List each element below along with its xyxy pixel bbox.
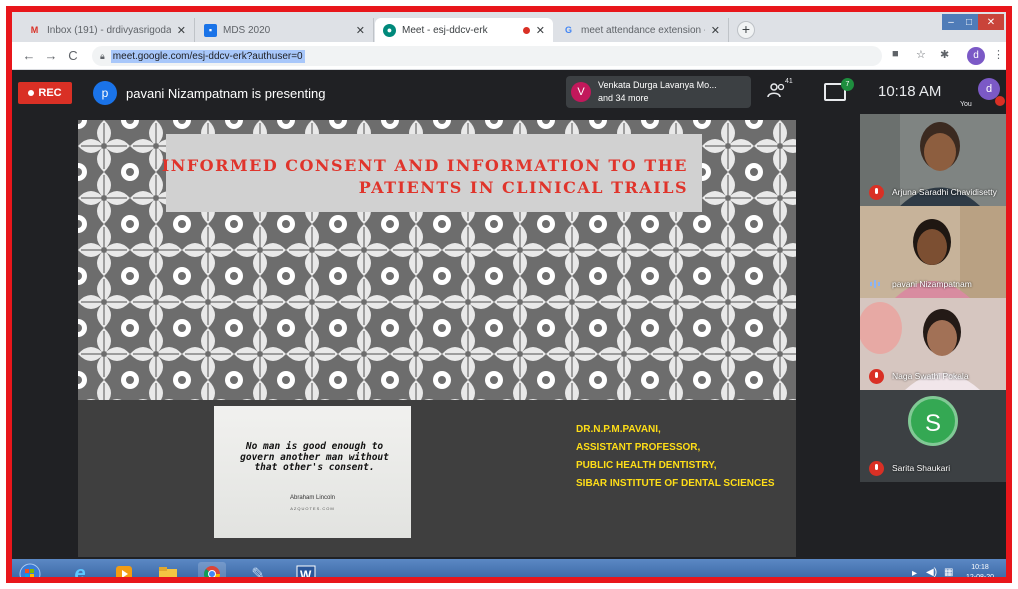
participant-name: pavani Nizampatnam: [892, 279, 972, 289]
browser-tab-strip: M Inbox (191) - drdivyasrigodavari ✕ ▪ M…: [12, 12, 1006, 42]
reload-icon[interactable]: C: [64, 47, 82, 65]
quote-image: No man is good enough to govern another …: [214, 406, 411, 538]
tray-arrow-icon[interactable]: ▸: [912, 568, 917, 577]
tab-title: MDS 2020: [223, 24, 271, 36]
mic-muted-icon: [995, 96, 1005, 106]
meet-top-bar: REC p pavani Nizampatnam is presenting V…: [12, 70, 1006, 114]
participant-tile[interactable]: pavani Nizampatnam: [860, 206, 1006, 298]
presenting-status: pavani Nizampatnam is presenting: [126, 86, 326, 101]
rec-label: REC: [38, 87, 62, 99]
recording-badge: REC: [18, 82, 72, 104]
volume-icon[interactable]: ◀︎): [926, 567, 937, 577]
author-department: PUBLIC HEALTH DENTISTRY,: [576, 460, 717, 471]
media-player-icon[interactable]: [110, 562, 138, 577]
author-title: ASSISTANT PROFESSOR,: [576, 442, 701, 453]
google-icon: G: [564, 25, 572, 35]
people-count: 41: [785, 78, 793, 85]
quote-text: No man is good enough to govern another …: [240, 441, 389, 473]
participant-name: Venkata Durga Lavanya Mo...: [598, 80, 717, 90]
people-icon[interactable]: [767, 82, 793, 104]
slide-title-line-1: INFORMED CONSENT AND INFORMATION TO THE: [161, 156, 688, 175]
participant-name: Sarita Shaukari: [892, 463, 951, 473]
tab-title: Inbox (191) - drdivyasrigodavari: [47, 24, 171, 36]
quote-source: AZQUOTES.COM: [290, 506, 335, 511]
presentation-slide: INFORMED CONSENT AND INFORMATION TO THE …: [78, 120, 796, 557]
slide-lower-section: No man is good enough to govern another …: [78, 400, 796, 557]
forward-icon[interactable]: →: [42, 47, 60, 65]
participants-chip[interactable]: V Venkata Durga Lavanya Mo... and 34 mor…: [566, 76, 751, 108]
back-icon[interactable]: ←: [20, 47, 38, 65]
tab-mds[interactable]: ▪ MDS 2020 ✕: [196, 18, 374, 42]
gmail-icon: M: [30, 25, 39, 35]
close-tab-icon[interactable]: ✕: [711, 24, 720, 37]
address-bar[interactable]: 🔒︎ meet.google.com/esj-ddcv-erk?authuser…: [92, 46, 882, 66]
bookmark-star-icon[interactable]: ☆: [916, 48, 926, 61]
mic-muted-icon: [869, 369, 884, 384]
extensions-icon[interactable]: ✱: [940, 48, 949, 61]
quote-author: Abraham Lincoln: [289, 495, 336, 501]
screenshot-frame: M Inbox (191) - drdivyasrigodavari ✕ ▪ M…: [6, 6, 1012, 583]
minimize-icon[interactable]: –: [942, 14, 960, 30]
system-clock[interactable]: 10:18 12-08-20: [966, 563, 995, 581]
close-window-icon[interactable]: ✕: [978, 14, 1004, 30]
participant-tile[interactable]: Naga Swathi Pokala: [860, 298, 1006, 390]
internet-explorer-icon[interactable]: e: [66, 562, 94, 578]
participant-tile[interactable]: Arjuna Saradhi Chavidisetty: [860, 114, 1006, 206]
word-icon[interactable]: W: [292, 562, 320, 582]
speaking-indicator-icon: [870, 280, 882, 288]
tab-extension[interactable]: G meet attendance extension - Go ✕: [554, 18, 729, 42]
close-tab-icon[interactable]: ✕: [356, 24, 365, 37]
you-label: You: [960, 101, 972, 108]
participant-tile[interactable]: S Sarita Shaukari: [860, 390, 1006, 482]
new-tab-button[interactable]: +: [737, 21, 755, 39]
paint-icon[interactable]: ✎: [244, 562, 272, 577]
chat-badge: 7: [841, 78, 854, 91]
participant-name: Naga Swathi Pokala: [892, 371, 969, 381]
participant-name: Arjuna Saradhi Chavidisetty: [892, 187, 997, 197]
system-date: 12-08-20: [966, 574, 995, 581]
record-dot-icon: [28, 90, 35, 96]
author-institute: SIBAR INSTITUTE OF DENTAL SCIENCES: [576, 478, 775, 489]
meet-icon: ●: [383, 23, 396, 37]
menu-icon[interactable]: ⋮: [993, 48, 1004, 61]
svg-text:W: W: [300, 568, 312, 582]
start-button[interactable]: [16, 562, 44, 577]
url-text: meet.google.com/esj-ddcv-erk?authuser=0: [110, 49, 305, 63]
windows-taskbar: e ✎ W ▸ ◀︎) ▦ 10:18 12-08-20: [12, 559, 1006, 582]
participant-avatar: S: [908, 396, 958, 446]
network-icon[interactable]: ▦: [944, 567, 953, 577]
profile-avatar[interactable]: d: [967, 47, 985, 65]
tab-meet[interactable]: ● Meet - esj-ddcv-erk ✕: [375, 18, 553, 42]
classroom-icon: ▪: [204, 23, 217, 37]
chrome-icon[interactable]: [198, 562, 226, 577]
camera-icon[interactable]: ■: [892, 48, 899, 60]
recording-dot-icon: [522, 26, 530, 34]
slide-title-line-2: PATIENTS IN CLINICAL TRAILS: [358, 178, 688, 197]
tab-gmail[interactable]: M Inbox (191) - drdivyasrigodavari ✕: [20, 18, 195, 42]
browser-toolbar: ← → C 🔒︎ meet.google.com/esj-ddcv-erk?au…: [12, 42, 1006, 70]
participant-more: and 34 more: [598, 93, 649, 103]
file-explorer-icon[interactable]: [154, 562, 182, 577]
tab-title: meet attendance extension - Go: [581, 24, 705, 36]
mic-muted-icon: [869, 185, 884, 200]
lock-icon: 🔒︎: [100, 50, 105, 61]
participant-avatar: V: [571, 82, 591, 102]
maximize-icon[interactable]: □: [960, 14, 978, 30]
presenter-avatar: p: [93, 81, 117, 105]
tab-title: Meet - esj-ddcv-erk: [402, 24, 488, 36]
author-name: DR.N.P.M.PAVANI,: [576, 424, 661, 435]
mic-muted-icon: [869, 461, 884, 476]
close-tab-icon[interactable]: ✕: [177, 24, 186, 37]
meeting-clock: 10:18 AM: [878, 83, 942, 100]
close-tab-icon[interactable]: ✕: [536, 24, 545, 37]
slide-title-box: INFORMED CONSENT AND INFORMATION TO THE …: [162, 134, 702, 212]
system-time: 10:18: [971, 564, 989, 571]
